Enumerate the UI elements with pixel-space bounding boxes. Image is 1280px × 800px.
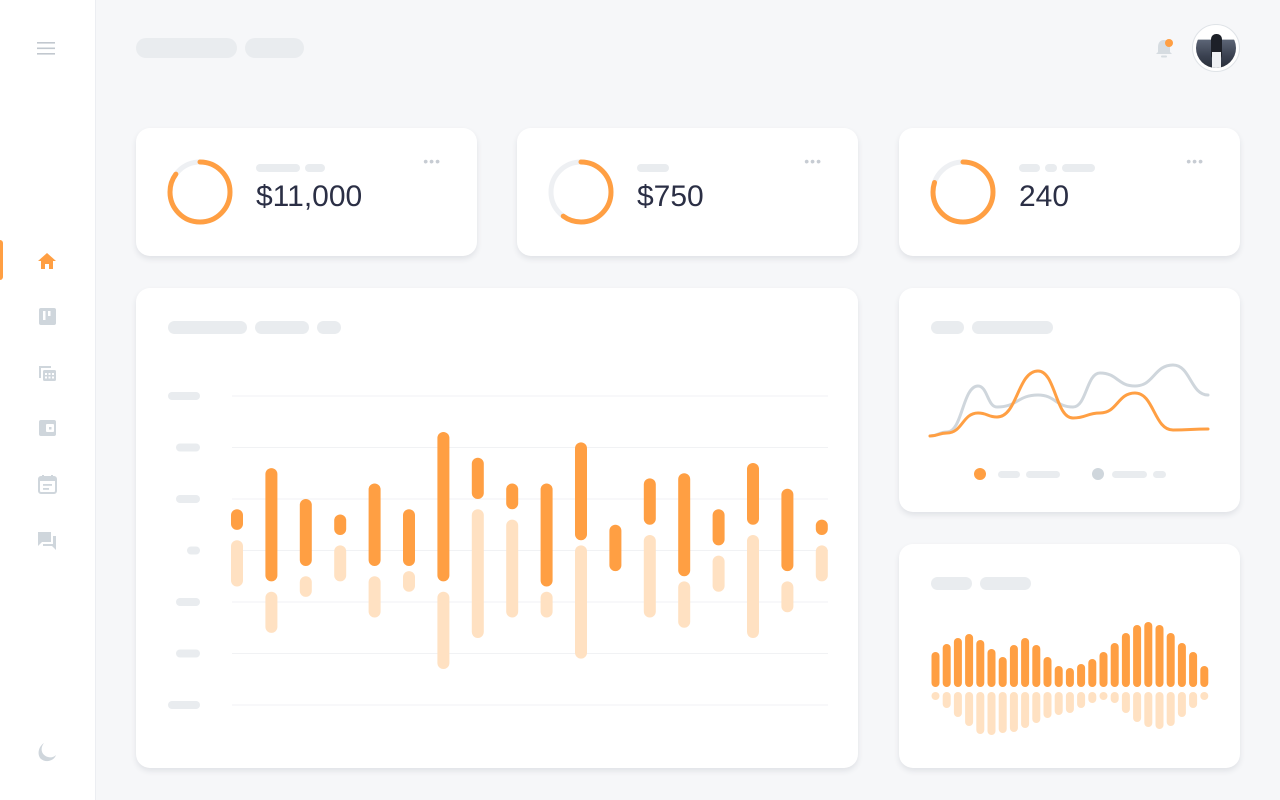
title-placeholder — [980, 577, 1031, 590]
more-options-icon[interactable]: ••• — [804, 154, 822, 168]
hamburger-icon[interactable] — [37, 42, 55, 55]
legend-label-placeholder — [1153, 471, 1166, 478]
spreadsheet-icon[interactable] — [36, 361, 58, 383]
more-options-icon[interactable]: ••• — [1186, 154, 1204, 168]
title-placeholder — [317, 321, 341, 334]
progress-ring — [930, 159, 996, 225]
avatar[interactable] — [1192, 24, 1240, 72]
progress-ring — [548, 159, 614, 225]
wallet-icon[interactable] — [36, 417, 58, 439]
title-placeholder — [931, 321, 964, 334]
theme-icon[interactable] — [36, 741, 58, 763]
stat-card-count: 240 ••• — [899, 128, 1240, 256]
title-placeholder — [931, 577, 972, 590]
title-placeholder — [972, 321, 1053, 334]
home-icon[interactable] — [36, 250, 58, 272]
label-placeholder — [1062, 164, 1095, 172]
legend-dot-gray — [1092, 468, 1104, 480]
label-placeholder — [1045, 164, 1057, 172]
stat-value: $11,000 — [256, 180, 363, 213]
more-options-icon[interactable]: ••• — [423, 154, 441, 168]
bell-icon[interactable] — [1154, 36, 1176, 60]
title-placeholder — [168, 321, 247, 334]
notification-dot — [1165, 39, 1173, 47]
stat-card-sales: $750 ••• — [517, 128, 858, 256]
calendar-icon[interactable] — [36, 473, 58, 495]
wave-bar-chart-card — [899, 544, 1240, 768]
title-placeholder — [255, 321, 309, 334]
legend-label-placeholder — [998, 471, 1020, 478]
label-placeholder — [637, 164, 669, 172]
board-icon[interactable] — [36, 305, 58, 327]
breadcrumb-placeholder — [136, 38, 237, 58]
label-placeholder — [256, 164, 300, 172]
stat-value: $750 — [637, 180, 704, 213]
label-placeholder — [1019, 164, 1040, 172]
line-chart-card — [899, 288, 1240, 512]
label-placeholder — [305, 164, 325, 172]
range-bar-chart-card — [136, 288, 858, 768]
chat-icon[interactable] — [36, 529, 58, 551]
active-indicator — [0, 240, 3, 280]
breadcrumb-placeholder — [245, 38, 304, 58]
progress-ring — [167, 159, 233, 225]
legend-dot-orange — [974, 468, 986, 480]
legend-label-placeholder — [1112, 471, 1147, 478]
legend-label-placeholder — [1026, 471, 1060, 478]
sidebar — [0, 0, 96, 800]
stat-value: 240 — [1019, 180, 1070, 213]
stat-card-revenue: $11,000 ••• — [136, 128, 477, 256]
